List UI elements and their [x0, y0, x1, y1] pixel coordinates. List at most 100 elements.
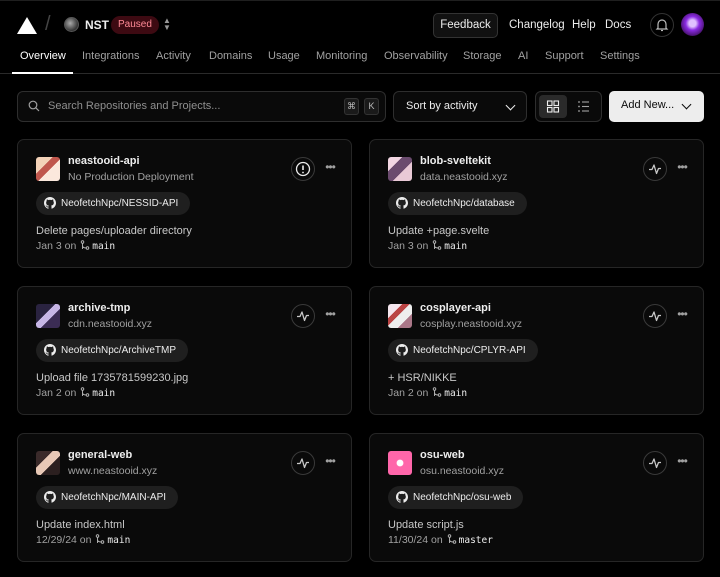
project-domain[interactable]: data.neastooid.xyz [420, 171, 508, 183]
project-status-button[interactable] [291, 451, 315, 475]
project-name[interactable]: neastooid-api [68, 155, 140, 167]
project-domain[interactable]: osu.neastooid.xyz [420, 465, 504, 477]
tab-activity[interactable]: Activity [156, 50, 191, 62]
commit-message[interactable]: Upload file 1735781599230.jpg [36, 372, 188, 384]
list-icon [578, 101, 589, 112]
tab-storage[interactable]: Storage [463, 50, 502, 62]
commit-meta: Jan 3 on main [388, 240, 467, 252]
project-card[interactable]: general-web www.neastooid.xyz ••• Neofet… [17, 433, 352, 562]
tab-observability[interactable]: Observability [384, 50, 448, 62]
project-domain[interactable]: www.neastooid.xyz [68, 465, 157, 477]
more-options-icon[interactable]: ••• [323, 455, 337, 470]
tab-domains[interactable]: Domains [209, 50, 252, 62]
project-name[interactable]: archive-tmp [68, 302, 130, 314]
project-domain[interactable]: No Production Deployment [68, 171, 193, 183]
chevron-down-icon [505, 100, 516, 111]
docs-link[interactable]: Docs [605, 19, 631, 31]
changelog-link[interactable]: Changelog [509, 19, 565, 31]
tab-settings[interactable]: Settings [600, 50, 640, 62]
grid-view-button[interactable] [539, 95, 567, 118]
project-thumbnail [388, 451, 412, 475]
branch-name: master [458, 535, 493, 546]
commit-message[interactable]: Delete pages/uploader directory [36, 225, 192, 237]
branch-name: main [107, 535, 131, 546]
commit-message[interactable]: Update script.js [388, 519, 464, 531]
help-link[interactable]: Help [572, 19, 596, 31]
project-name[interactable]: general-web [68, 449, 132, 461]
commit-message[interactable]: Update +page.svelte [388, 225, 489, 237]
add-new-button[interactable]: Add New... [609, 91, 704, 122]
commit-message[interactable]: Update index.html [36, 519, 125, 531]
project-card[interactable]: neastooid-api No Production Deployment •… [17, 139, 352, 268]
github-icon [396, 197, 408, 209]
project-name[interactable]: blob-sveltekit [420, 155, 491, 167]
git-branch-icon [432, 240, 442, 250]
project-status-button[interactable] [291, 304, 315, 328]
project-card[interactable]: blob-sveltekit data.neastooid.xyz ••• Ne… [369, 139, 704, 268]
tab-overview[interactable]: Overview [20, 50, 66, 62]
project-domain[interactable]: cdn.neastooid.xyz [68, 318, 152, 330]
more-options-icon[interactable]: ••• [675, 161, 689, 176]
search-icon [28, 100, 40, 112]
tab-integrations[interactable]: Integrations [82, 50, 139, 62]
github-icon [44, 344, 56, 356]
repo-link[interactable]: NeofetchNpc/database [388, 192, 527, 215]
repo-link[interactable]: NeofetchNpc/NESSID-API [36, 192, 191, 215]
project-thumbnail [36, 451, 60, 475]
more-options-icon[interactable]: ••• [323, 308, 337, 323]
repo-name: NeofetchNpc/MAIN-API [61, 492, 167, 503]
user-avatar[interactable] [681, 13, 704, 36]
list-view-button[interactable] [570, 95, 598, 118]
git-branch-icon [432, 387, 442, 397]
project-card[interactable]: cosplayer-api cosplay.neastooid.xyz ••• … [369, 286, 704, 415]
more-options-icon[interactable]: ••• [675, 455, 689, 470]
more-options-icon[interactable]: ••• [323, 161, 337, 176]
project-name[interactable]: osu-web [420, 449, 465, 461]
activity-icon [292, 458, 314, 477]
active-tab-indicator [12, 72, 73, 74]
repo-link[interactable]: NeofetchNpc/osu-web [388, 486, 524, 509]
commit-on-text: on [416, 387, 429, 399]
project-status-button[interactable] [643, 451, 667, 475]
project-status-button[interactable] [643, 157, 667, 181]
notifications-button[interactable] [650, 13, 674, 37]
commit-on-text: on [416, 240, 429, 252]
tab-support[interactable]: Support [545, 50, 584, 62]
project-card[interactable]: osu-web osu.neastooid.xyz ••• NeofetchNp… [369, 433, 704, 562]
project-status-button[interactable] [291, 157, 315, 181]
sort-dropdown[interactable]: Sort by activity [393, 91, 527, 122]
grid-icon [546, 100, 560, 113]
project-status-button[interactable] [643, 304, 667, 328]
feedback-button[interactable]: Feedback [433, 13, 498, 38]
top-header: / NST Paused ▲ ▼ Feedback Changelog Help … [0, 0, 720, 46]
commit-date: Jan 2 [36, 387, 62, 399]
repo-link[interactable]: NeofetchNpc/CPLYR-API [388, 339, 538, 362]
team-switcher-icon[interactable]: ▲ ▼ [162, 17, 172, 33]
tab-monitoring[interactable]: Monitoring [316, 50, 367, 62]
search-input[interactable]: Search Repositories and Projects... ⌘ K [17, 91, 386, 122]
search-placeholder: Search Repositories and Projects... [48, 100, 221, 112]
tab-ai[interactable]: AI [518, 50, 528, 62]
repo-link[interactable]: NeofetchNpc/ArchiveTMP [36, 339, 189, 362]
commit-message[interactable]: + HSR/NIKKE [388, 372, 457, 384]
commit-date: 12/29/24 [36, 534, 77, 546]
tab-usage[interactable]: Usage [268, 50, 300, 62]
branch-name: main [92, 388, 116, 399]
repo-name: NeofetchNpc/osu-web [413, 492, 512, 503]
vercel-logo-icon[interactable] [17, 17, 37, 34]
team-avatar[interactable] [64, 17, 79, 32]
chevron-down-icon [681, 99, 692, 110]
repo-link[interactable]: NeofetchNpc/MAIN-API [36, 486, 179, 509]
project-domain[interactable]: cosplay.neastooid.xyz [420, 318, 522, 330]
add-new-label: Add New... [621, 99, 675, 111]
kbd-command-icon: ⌘ [344, 98, 359, 115]
more-options-icon[interactable]: ••• [675, 308, 689, 323]
project-thumbnail [36, 157, 60, 181]
repo-name: NeofetchNpc/CPLYR-API [413, 345, 526, 356]
project-name[interactable]: cosplayer-api [420, 302, 491, 314]
project-thumbnail [388, 157, 412, 181]
project-card[interactable]: archive-tmp cdn.neastooid.xyz ••• Neofet… [17, 286, 352, 415]
bell-icon [655, 19, 669, 32]
team-name[interactable]: NST [85, 18, 109, 32]
git-branch-icon [447, 534, 456, 544]
